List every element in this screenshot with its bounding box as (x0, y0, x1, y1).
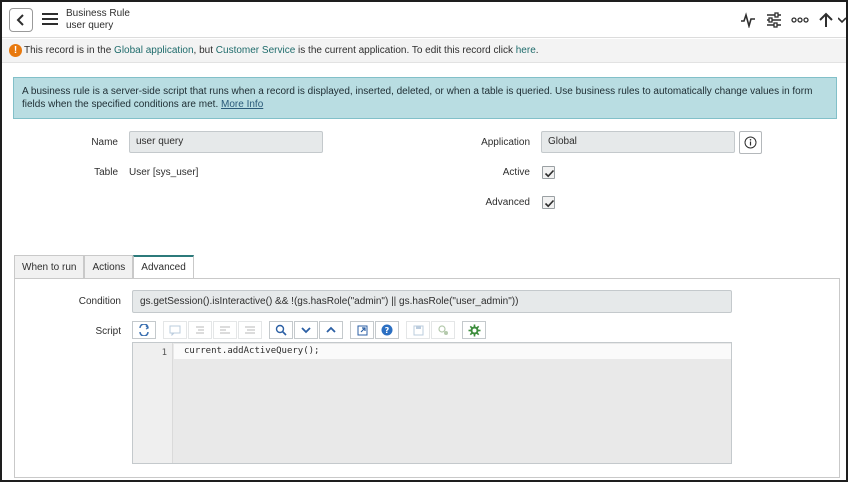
debug-icon (438, 325, 448, 335)
tab-advanced[interactable]: Advanced (133, 255, 194, 279)
script-editor[interactable]: 1 current.addActiveQuery(); (132, 342, 732, 464)
replace-all-icon (245, 326, 255, 334)
more-info-link[interactable]: More Info (221, 99, 263, 110)
replace-icon (220, 326, 230, 334)
application-field[interactable]: Global (541, 131, 735, 153)
save-icon (413, 325, 423, 335)
record-title: Business Rule user query (66, 8, 130, 32)
help-icon: ? (381, 324, 393, 336)
advanced-checkbox[interactable] (542, 196, 555, 209)
find-previous-button[interactable] (319, 321, 343, 339)
tab-when-to-run[interactable]: When to run (14, 255, 85, 279)
fullscreen-button[interactable] (350, 321, 374, 339)
application-label: Application (481, 137, 530, 148)
replace-button[interactable] (213, 321, 237, 339)
find-next-button[interactable] (294, 321, 318, 339)
form-section-tabs: When to run Actions Advanced (14, 255, 194, 279)
script-label: Script (95, 326, 121, 337)
warning-suffix: is the current application. To edit this… (295, 45, 516, 56)
customer-service-link[interactable]: Customer Service (216, 45, 295, 56)
info-circle-icon (744, 136, 757, 149)
help-button[interactable]: ? (375, 321, 399, 339)
warning-text: This record is in the Global application… (24, 45, 539, 56)
more-options-icon[interactable] (790, 10, 810, 30)
record-name-subtitle: user query (66, 20, 114, 31)
tab-actions[interactable]: Actions (84, 255, 134, 279)
name-label: Name (91, 137, 118, 148)
checkmark-icon (544, 169, 555, 178)
table-value: User [sys_user] (129, 167, 199, 178)
application-scope-warning: ! This record is in the Global applicati… (2, 39, 846, 63)
search-icon (275, 324, 287, 336)
format-code-button[interactable] (188, 321, 212, 339)
condition-label: Condition (78, 296, 121, 307)
svg-text:?: ? (385, 326, 390, 335)
table-label: Table (94, 167, 118, 178)
name-field[interactable]: user query (129, 131, 323, 153)
save-button[interactable] (406, 321, 430, 339)
active-label: Active (502, 167, 530, 178)
edit-here-link[interactable]: here (516, 45, 536, 56)
line-number: 1 (161, 348, 167, 358)
activity-stream-icon[interactable] (738, 10, 758, 30)
format-icon (196, 326, 204, 334)
line-number-gutter: 1 (133, 343, 173, 463)
checkmark-icon (544, 199, 555, 208)
comment-button[interactable] (163, 321, 187, 339)
syntax-toggle-icon (139, 324, 150, 336)
record-type-title: Business Rule (66, 8, 130, 19)
scroll-up-arrow-icon[interactable] (816, 10, 836, 30)
business-rule-info-box: A business rule is a server-side script … (13, 77, 837, 119)
back-button[interactable] (9, 8, 33, 32)
chevron-down-icon (301, 327, 311, 334)
info-description: A business rule is a server-side script … (22, 86, 813, 110)
active-checkbox[interactable] (542, 166, 555, 179)
condition-field[interactable]: gs.getSession().isInteractive() && !(gs.… (132, 290, 732, 313)
info-text: A business rule is a server-side script … (22, 85, 828, 111)
dropdown-chevron-icon[interactable] (838, 10, 846, 30)
warning-icon: ! (9, 44, 22, 57)
script-debugger-button[interactable] (431, 321, 455, 339)
toggle-syntax-editor-button[interactable] (132, 321, 156, 339)
warning-prefix: This record is in the (24, 45, 115, 56)
application-info-button[interactable] (739, 131, 762, 154)
settings-sliders-icon[interactable] (764, 10, 784, 30)
code-line[interactable]: current.addActiveQuery(); (174, 344, 731, 359)
comment-icon (169, 325, 181, 336)
syntax-check-button[interactable] (462, 321, 486, 339)
back-chevron-icon (16, 14, 24, 26)
form-header: Business Rule user query (2, 2, 846, 38)
warning-middle: , but (193, 45, 216, 56)
script-editor-toolbar: ? (132, 321, 487, 339)
replace-all-button[interactable] (238, 321, 262, 339)
gear-check-icon (468, 324, 480, 336)
global-application-link[interactable]: Global application (114, 45, 194, 56)
header-actions (732, 10, 846, 30)
hamburger-menu-icon[interactable] (42, 13, 58, 27)
expand-icon (357, 325, 367, 335)
advanced-label: Advanced (485, 197, 530, 208)
search-button[interactable] (269, 321, 293, 339)
warning-end: . (535, 45, 539, 56)
app-frame: Business Rule user query ! This record i… (0, 0, 848, 482)
chevron-up-icon (326, 326, 336, 333)
